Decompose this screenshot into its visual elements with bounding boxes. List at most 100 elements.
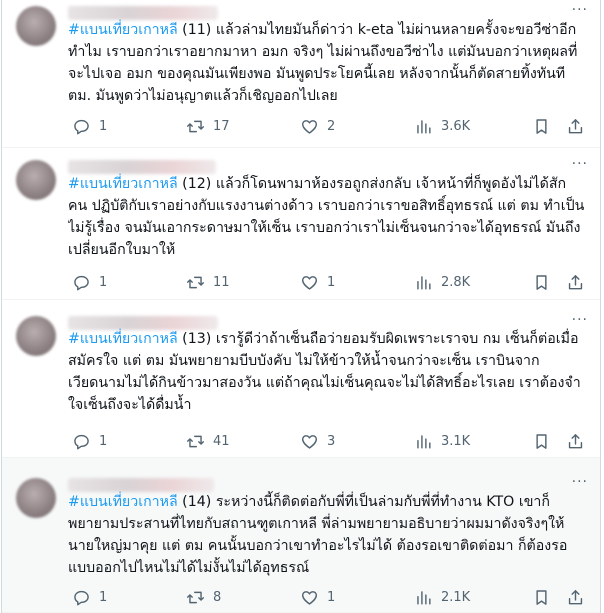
reply-icon: [72, 117, 91, 136]
reply-icon: [72, 432, 91, 451]
views-icon: [414, 117, 433, 136]
tweet[interactable]: ··· #แบนเที่ยวเกาหลี (11) แล้วล่ามไทยมันก…: [2, 0, 600, 148]
like-icon: [300, 432, 319, 451]
views-count: 3.6K: [441, 118, 471, 134]
retweet-button[interactable]: 8: [186, 586, 221, 608]
more-options-icon[interactable]: ···: [572, 474, 588, 490]
hashtag-link[interactable]: #แบนเที่ยวเกาหลี: [68, 494, 178, 510]
share-icon: [566, 432, 585, 451]
views-button[interactable]: 2.8K: [414, 271, 470, 293]
views-button[interactable]: 3.6K: [414, 115, 470, 137]
tweet-text: #แบนเที่ยวเกาหลี (14) ระหว่างนี้ก็ติดต่อ…: [68, 491, 588, 579]
tweet-text-segment: (12) แล้วก็โดนพามาห้องรอถูกส่งกลับ เจ้าห…: [177, 176, 567, 192]
retweet-button[interactable]: 17: [186, 115, 230, 137]
tweet-text-line: ไม่รู้เรื่อง จนมันเอากระดาษมาให้เซ็น เรา…: [68, 217, 588, 239]
tweet-text-line: คน ปฏิบัติกับเราอย่างกับแรงงานต่างด้าว เ…: [68, 195, 588, 217]
bookmark-icon: [532, 588, 551, 607]
tweet-text: #แบนเที่ยวเกาหลี (13) เรารู้ดีว่าถ้าเซ็น…: [68, 328, 588, 416]
tweet-text-segment: (13) เรารู้ดีว่าถ้าเซ็นถือว่ายอมรับผิดเพ…: [177, 331, 579, 347]
tweet-actions: 1 17 2 3.6K: [68, 115, 588, 137]
tweet[interactable]: ··· #แบนเที่ยวเกาหลี (13) เรารู้ดีว่าถ้าเ…: [2, 300, 600, 458]
tweet-text-segment: จะไปเจอ อมก ของคุณมันเพียงพอ มันพูดประโย…: [68, 66, 566, 82]
author-name-redacted[interactable]: [68, 160, 216, 174]
bookmark-button[interactable]: [532, 115, 551, 137]
hashtag-link[interactable]: #แบนเที่ยวเกาหลี: [68, 331, 178, 347]
reply-button[interactable]: 1: [72, 271, 107, 293]
tweet-text-line: ตม. มันพูดว่าไม่อนุญาตแล้วก็เชิญออกไปเลย: [68, 85, 588, 107]
like-icon: [300, 273, 319, 292]
retweet-button[interactable]: 41: [186, 430, 230, 452]
tweet-actions: 1 8 1 2.1K: [68, 586, 588, 608]
like-icon: [300, 117, 319, 136]
avatar[interactable]: [16, 478, 56, 518]
retweet-button[interactable]: 11: [186, 271, 230, 293]
share-button[interactable]: [566, 586, 585, 608]
author-name-redacted[interactable]: [68, 478, 214, 492]
hashtag-link[interactable]: #แบนเที่ยวเกาหลี: [68, 176, 178, 192]
tweet-text-line: แบบออกไปไหนไม่ได้ไม่งั้นไม่ได้อุทธรณ์: [68, 557, 588, 579]
bookmark-icon: [532, 432, 551, 451]
avatar[interactable]: [16, 6, 56, 46]
reply-count: 1: [99, 433, 108, 449]
tweet-text-line: นายใหญ่มาคุย แต่ ตม คนนั้นบอกว่าเขาทำอะไ…: [68, 535, 588, 557]
like-icon: [300, 588, 319, 607]
like-button[interactable]: 1: [300, 586, 335, 608]
views-icon: [414, 273, 433, 292]
share-icon: [566, 273, 585, 292]
tweet-text-line: จะไปเจอ อมก ของคุณมันเพียงพอ มันพูดประโย…: [68, 63, 588, 85]
views-icon: [414, 432, 433, 451]
share-button[interactable]: [566, 271, 585, 293]
retweet-count: 11: [213, 274, 230, 290]
reply-icon: [72, 273, 91, 292]
tweet-text-line: สมัครใจ แต่ ตม มันพยายามบีบบังคับ ไม่ให้…: [68, 350, 588, 372]
views-button[interactable]: 2.1K: [414, 586, 470, 608]
retweet-icon: [186, 588, 205, 607]
tweet-text-segment: เวียดนามไม่ได้กินข้าวมาสองวัน แต่ถ้าคุณไ…: [68, 375, 581, 391]
tweet-text-segment: ใจเซ็นถึงจะได้ดื่มน้ำ: [68, 397, 192, 413]
reply-icon: [72, 588, 91, 607]
tweet-text: #แบนเที่ยวเกาหลี (11) แล้วล่ามไทยมันก็ด่…: [68, 19, 588, 107]
reply-count: 1: [99, 274, 108, 290]
like-button[interactable]: 3: [300, 430, 335, 452]
reply-button[interactable]: 1: [72, 430, 107, 452]
tweet-text-line: #แบนเที่ยวเกาหลี (14) ระหว่างนี้ก็ติดต่อ…: [68, 491, 588, 513]
more-options-icon[interactable]: ···: [572, 156, 588, 172]
reply-count: 1: [99, 589, 108, 605]
retweet-count: 17: [213, 118, 230, 134]
tweet-text-line: ใจเซ็นถึงจะได้ดื่มน้ำ: [68, 394, 588, 416]
tweet-text-line: เวียดนามไม่ได้กินข้าวมาสองวัน แต่ถ้าคุณไ…: [68, 372, 588, 394]
like-button[interactable]: 2: [300, 115, 335, 137]
avatar[interactable]: [16, 316, 56, 356]
share-button[interactable]: [566, 430, 585, 452]
bookmark-button[interactable]: [532, 271, 551, 293]
hashtag-link[interactable]: #แบนเที่ยวเกาหลี: [68, 22, 178, 38]
tweet-text-line: #แบนเที่ยวเกาหลี (12) แล้วก็โดนพามาห้องร…: [68, 173, 588, 195]
like-count: 1: [327, 274, 336, 290]
tweet-text-segment: (14) ระหว่างนี้ก็ติดต่อกับพี่ที่เป็นล่าม…: [177, 494, 550, 510]
retweet-count: 8: [213, 589, 222, 605]
share-icon: [566, 588, 585, 607]
bookmark-button[interactable]: [532, 586, 551, 608]
views-button[interactable]: 3.1K: [414, 430, 470, 452]
like-button[interactable]: 1: [300, 271, 335, 293]
reply-count: 1: [99, 118, 108, 134]
tweet-text-segment: พยายามประสานที่ไทยกับสถานฑูตเกาหลี พี่ล่…: [68, 516, 565, 532]
retweet-icon: [186, 273, 205, 292]
reply-button[interactable]: 1: [72, 115, 107, 137]
bookmark-button[interactable]: [532, 430, 551, 452]
tweet[interactable]: ··· #แบนเที่ยวเกาหลี (14) ระหว่างนี้ก็ติด…: [2, 458, 600, 613]
like-count: 1: [327, 589, 336, 605]
more-options-icon[interactable]: ···: [572, 312, 588, 328]
bookmark-icon: [532, 117, 551, 136]
tweet-text-segment: คน ปฏิบัติกับเราอย่างกับแรงงานต่างด้าว เ…: [68, 198, 585, 214]
tweet-actions: 1 41 3 3.1K: [68, 430, 588, 452]
share-button[interactable]: [566, 115, 585, 137]
views-icon: [414, 588, 433, 607]
tweet-text-line: ทำไม เราบอกว่าเราอยากมาหา อมก จริงๆ ไม่ผ…: [68, 41, 588, 63]
tweet[interactable]: ··· #แบนเที่ยวเกาหลี (12) แล้วก็โดนพามาห้…: [2, 148, 600, 300]
reply-button[interactable]: 1: [72, 586, 107, 608]
retweet-icon: [186, 117, 205, 136]
avatar[interactable]: [16, 160, 56, 200]
author-name-redacted[interactable]: [68, 6, 218, 20]
more-options-icon[interactable]: ···: [572, 2, 588, 18]
